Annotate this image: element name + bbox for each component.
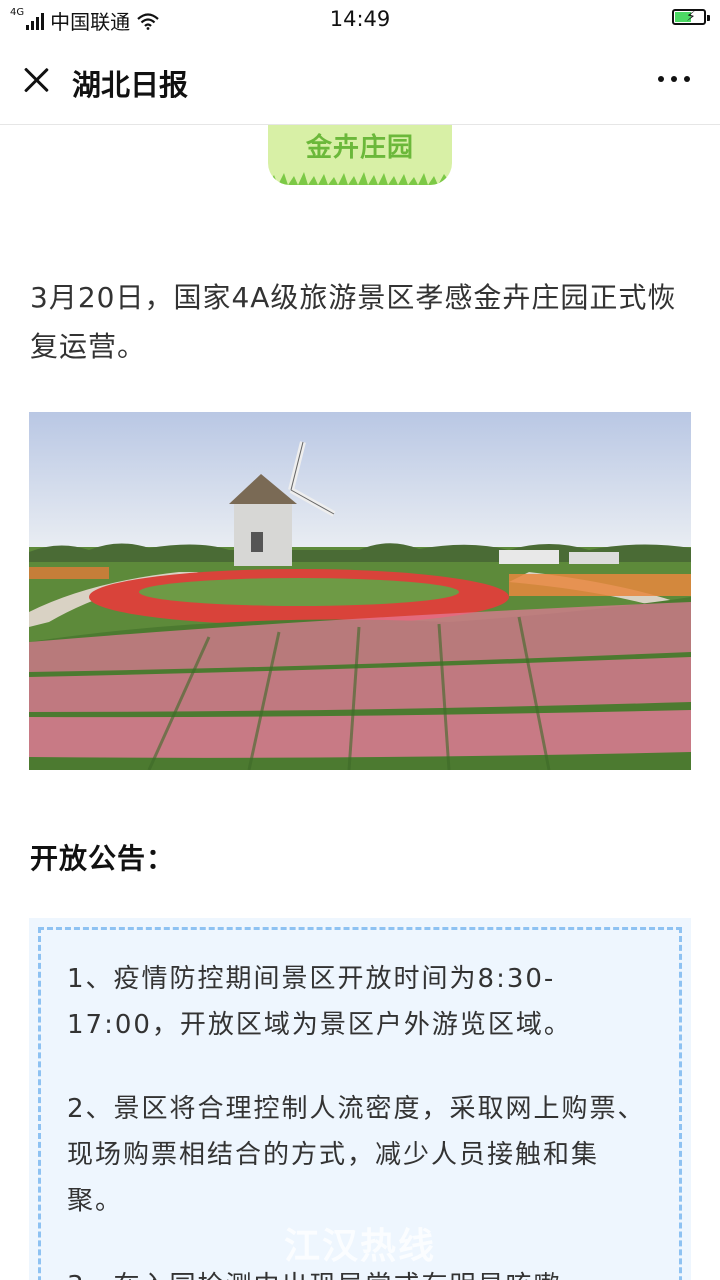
- watermark-text: 江汉热线: [283, 1226, 436, 1267]
- section-banner: 金卉庄园: [268, 125, 452, 185]
- close-icon[interactable]: [18, 62, 54, 98]
- windmill-tulip-photo: [29, 412, 691, 770]
- intro-paragraph: 3月20日，国家4A级旅游景区孝感金卉庄园正式恢复运营。: [30, 281, 677, 363]
- nav-bar: 湖北日报: [0, 38, 720, 125]
- more-icon[interactable]: [658, 76, 690, 82]
- banner-text: 金卉庄园: [305, 133, 414, 163]
- battery-icon: ⚡: [672, 9, 710, 25]
- grass-decoration: [268, 172, 452, 185]
- status-bar: 4G 中国联通 14:49 ⚡: [0, 0, 720, 38]
- notice-heading: 开放公告：: [30, 842, 176, 875]
- page-title: 湖北日报: [72, 68, 189, 102]
- article-photo: [29, 412, 691, 770]
- status-time: 14:49: [329, 7, 391, 31]
- notice-item-1: 1、疫情防控期间景区开放时间为8:30-17:00，开放区域为景区户外游览区域。: [67, 964, 572, 1040]
- article-content[interactable]: 金卉庄园 3月20日，国家4A级旅游景区孝感金卉庄园正式恢复运营。 开放公告： …: [0, 125, 720, 1280]
- notice-item-2: 2、景区将合理控制人流密度，采取网上购票、现场购票相结合的方式，减少人员接触和集…: [67, 1094, 646, 1216]
